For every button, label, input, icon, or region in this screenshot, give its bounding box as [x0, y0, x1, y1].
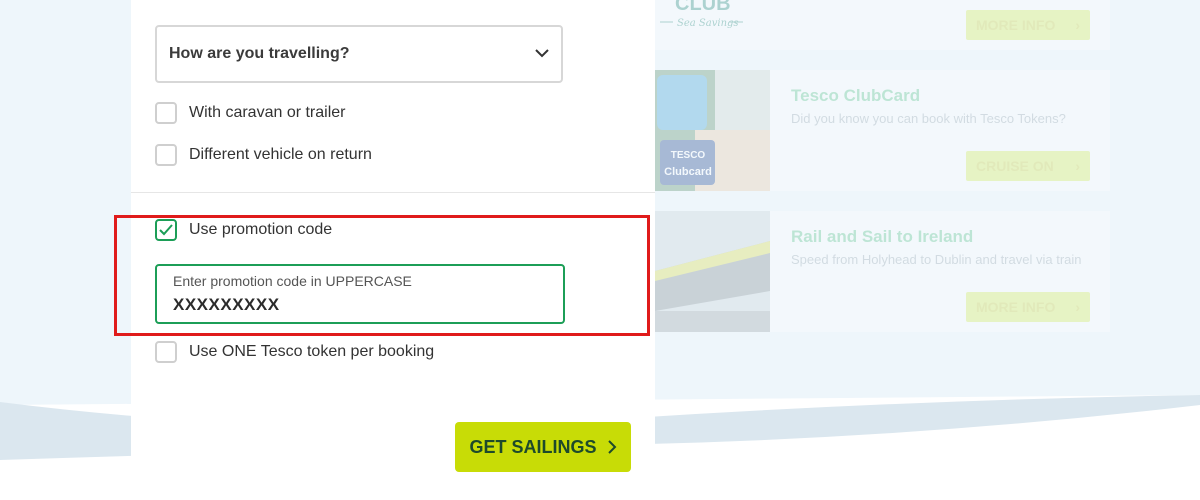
- different-vehicle-checkbox[interactable]: [155, 144, 177, 166]
- card-name: Clubcard: [664, 166, 712, 178]
- more-info-button-2[interactable]: MORE INFO ›: [966, 292, 1090, 322]
- train-image: [655, 211, 770, 332]
- cruise-on-button[interactable]: CRUISE ON ›: [966, 151, 1090, 181]
- more-info-label: MORE INFO: [976, 299, 1056, 315]
- cruise-on-label: CRUISE ON: [976, 158, 1054, 174]
- tesco-token-option[interactable]: Use ONE Tesco token per booking: [155, 341, 434, 363]
- different-vehicle-label: Different vehicle on return: [189, 146, 372, 163]
- travel-mode-label: How are you travelling?: [169, 45, 350, 62]
- tesco-token-label: Use ONE Tesco token per booking: [189, 343, 435, 360]
- promo-title-tesco: Tesco ClubCard: [791, 86, 921, 105]
- different-vehicle-option[interactable]: Different vehicle on return: [155, 144, 372, 166]
- chevron-down-icon: [535, 45, 549, 63]
- caravan-label: With caravan or trailer: [189, 104, 346, 121]
- travel-mode-select[interactable]: How are you travelling?: [155, 25, 563, 83]
- caravan-option[interactable]: With caravan or trailer: [155, 102, 346, 124]
- section-divider: [131, 192, 655, 193]
- clubcard-image: TESCO Clubcard: [655, 70, 770, 191]
- club-logo-sub: Sea Savings: [677, 18, 739, 29]
- highlight-box: [114, 215, 650, 336]
- promo-desc-tesco: Did you know you can book with Tesco Tok…: [791, 111, 1066, 126]
- promo-card-rail: Rail and Sail to Ireland Speed from Holy…: [655, 211, 1110, 332]
- chevron-right-icon: ›: [1075, 158, 1080, 174]
- promo-card-tesco: TESCO Clubcard Tesco ClubCard Did you kn…: [655, 70, 1110, 191]
- promo-column: CLUB Sea Savings MORE INFO › TESCO Clubc…: [655, 0, 1115, 340]
- promo-card-club: CLUB Sea Savings MORE INFO ›: [655, 0, 1110, 50]
- more-info-label: MORE INFO: [976, 17, 1056, 33]
- get-sailings-button[interactable]: GET SAILINGS: [455, 422, 631, 472]
- get-sailings-label: GET SAILINGS: [469, 436, 597, 457]
- caravan-checkbox[interactable]: [155, 102, 177, 124]
- card-brand: TESCO: [671, 150, 706, 161]
- club-logo-text: CLUB: [675, 0, 731, 15]
- promo-desc-rail: Speed from Holyhead to Dublin and travel…: [791, 252, 1082, 267]
- club-logo: CLUB Sea Savings: [655, 0, 770, 45]
- chevron-right-icon: ›: [1075, 299, 1080, 315]
- chevron-right-icon: ›: [1075, 17, 1080, 33]
- tesco-token-checkbox[interactable]: [155, 341, 177, 363]
- chevron-right-icon: [607, 440, 616, 454]
- more-info-button-1[interactable]: MORE INFO ›: [966, 10, 1090, 40]
- promo-title-rail: Rail and Sail to Ireland: [791, 227, 974, 246]
